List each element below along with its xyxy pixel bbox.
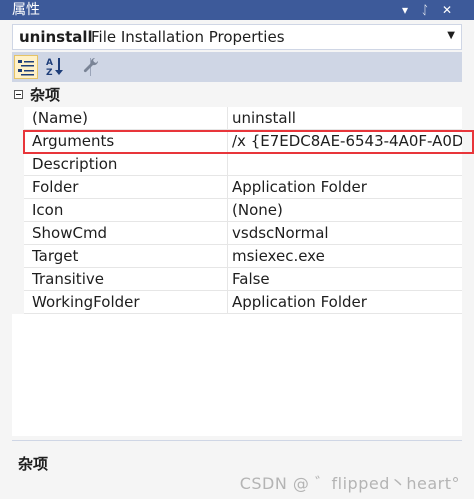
categorized-icon <box>18 60 34 76</box>
property-value[interactable]: (None) <box>227 199 462 221</box>
property-value[interactable]: Application Folder <box>227 176 462 198</box>
row-gutter <box>12 199 24 222</box>
description-title: 杂项 <box>18 455 49 473</box>
object-name: uninstall <box>19 28 93 46</box>
property-row-folder[interactable]: Folder Application Folder <box>12 176 462 199</box>
property-row-target[interactable]: Target msiexec.exe <box>12 245 462 268</box>
property-name: (Name) <box>32 109 88 127</box>
window-title: 属性 <box>12 2 40 18</box>
property-value[interactable]: False <box>227 268 462 290</box>
category-label: 杂项 <box>30 86 61 104</box>
row-gutter <box>12 130 24 153</box>
property-value[interactable]: Application Folder <box>227 291 462 313</box>
property-value[interactable] <box>227 153 462 175</box>
object-selector[interactable]: uninstall File Installation Properties ▼ <box>12 24 462 50</box>
row-gutter <box>12 176 24 199</box>
property-value[interactable]: /x {E7EDC8AE-6543-4A0F-A0DC <box>227 130 462 152</box>
watermark: CSDN @ ゛flipped丶heart° <box>239 474 460 493</box>
object-type: File Installation Properties <box>91 28 285 46</box>
property-name: WorkingFolder <box>32 293 140 311</box>
property-name: Folder <box>32 178 79 196</box>
property-row-transitive[interactable]: Transitive False <box>12 268 462 291</box>
property-name: Icon <box>32 201 64 219</box>
property-rows: (Name) uninstall Arguments /x {E7EDC8AE-… <box>12 107 462 314</box>
property-value[interactable]: vsdscNormal <box>227 222 462 244</box>
property-name: Transitive <box>32 270 104 288</box>
property-grid: 杂项 (Name) uninstall Arguments /x {E7EDC8… <box>12 84 474 436</box>
property-name: Arguments <box>32 132 115 150</box>
pin-icon[interactable]: ᛇ <box>416 0 434 20</box>
category-header[interactable]: 杂项 <box>12 84 462 107</box>
svg-text:Z: Z <box>46 68 53 77</box>
row-gutter <box>12 268 24 291</box>
wrench-icon <box>83 57 99 73</box>
property-pages-button[interactable] <box>80 55 104 79</box>
property-row-showcmd[interactable]: ShowCmd vsdscNormal <box>12 222 462 245</box>
property-row-workingfolder[interactable]: WorkingFolder Application Folder <box>12 291 462 314</box>
chevron-down-icon[interactable]: ▼ <box>447 30 455 41</box>
property-name: Target <box>32 247 79 265</box>
property-row-arguments[interactable]: Arguments /x {E7EDC8AE-6543-4A0F-A0DC <box>12 130 462 153</box>
property-value[interactable]: uninstall <box>227 107 462 129</box>
property-row-name[interactable]: (Name) uninstall <box>12 107 462 130</box>
alphabetical-view-button[interactable]: A Z <box>44 55 68 79</box>
row-gutter <box>12 245 24 268</box>
svg-text:A: A <box>46 58 53 68</box>
row-gutter <box>12 153 24 176</box>
row-gutter <box>12 222 24 245</box>
row-gutter <box>12 291 24 314</box>
window-titlebar: 属性 ▾ ᛇ ✕ <box>0 0 474 20</box>
window-options-dropdown[interactable]: ▾ <box>396 0 414 20</box>
property-value[interactable]: msiexec.exe <box>227 245 462 267</box>
property-row-icon[interactable]: Icon (None) <box>12 199 462 222</box>
categorized-view-button[interactable] <box>14 55 38 79</box>
property-name: ShowCmd <box>32 224 108 242</box>
close-icon[interactable]: ✕ <box>438 0 456 20</box>
properties-toolbar: A Z <box>12 52 462 82</box>
row-gutter <box>12 107 24 130</box>
sort-alphabetical-icon: A Z <box>46 58 63 78</box>
property-name: Description <box>32 155 118 173</box>
property-row-description[interactable]: Description <box>12 153 462 176</box>
collapse-icon[interactable] <box>14 90 23 99</box>
